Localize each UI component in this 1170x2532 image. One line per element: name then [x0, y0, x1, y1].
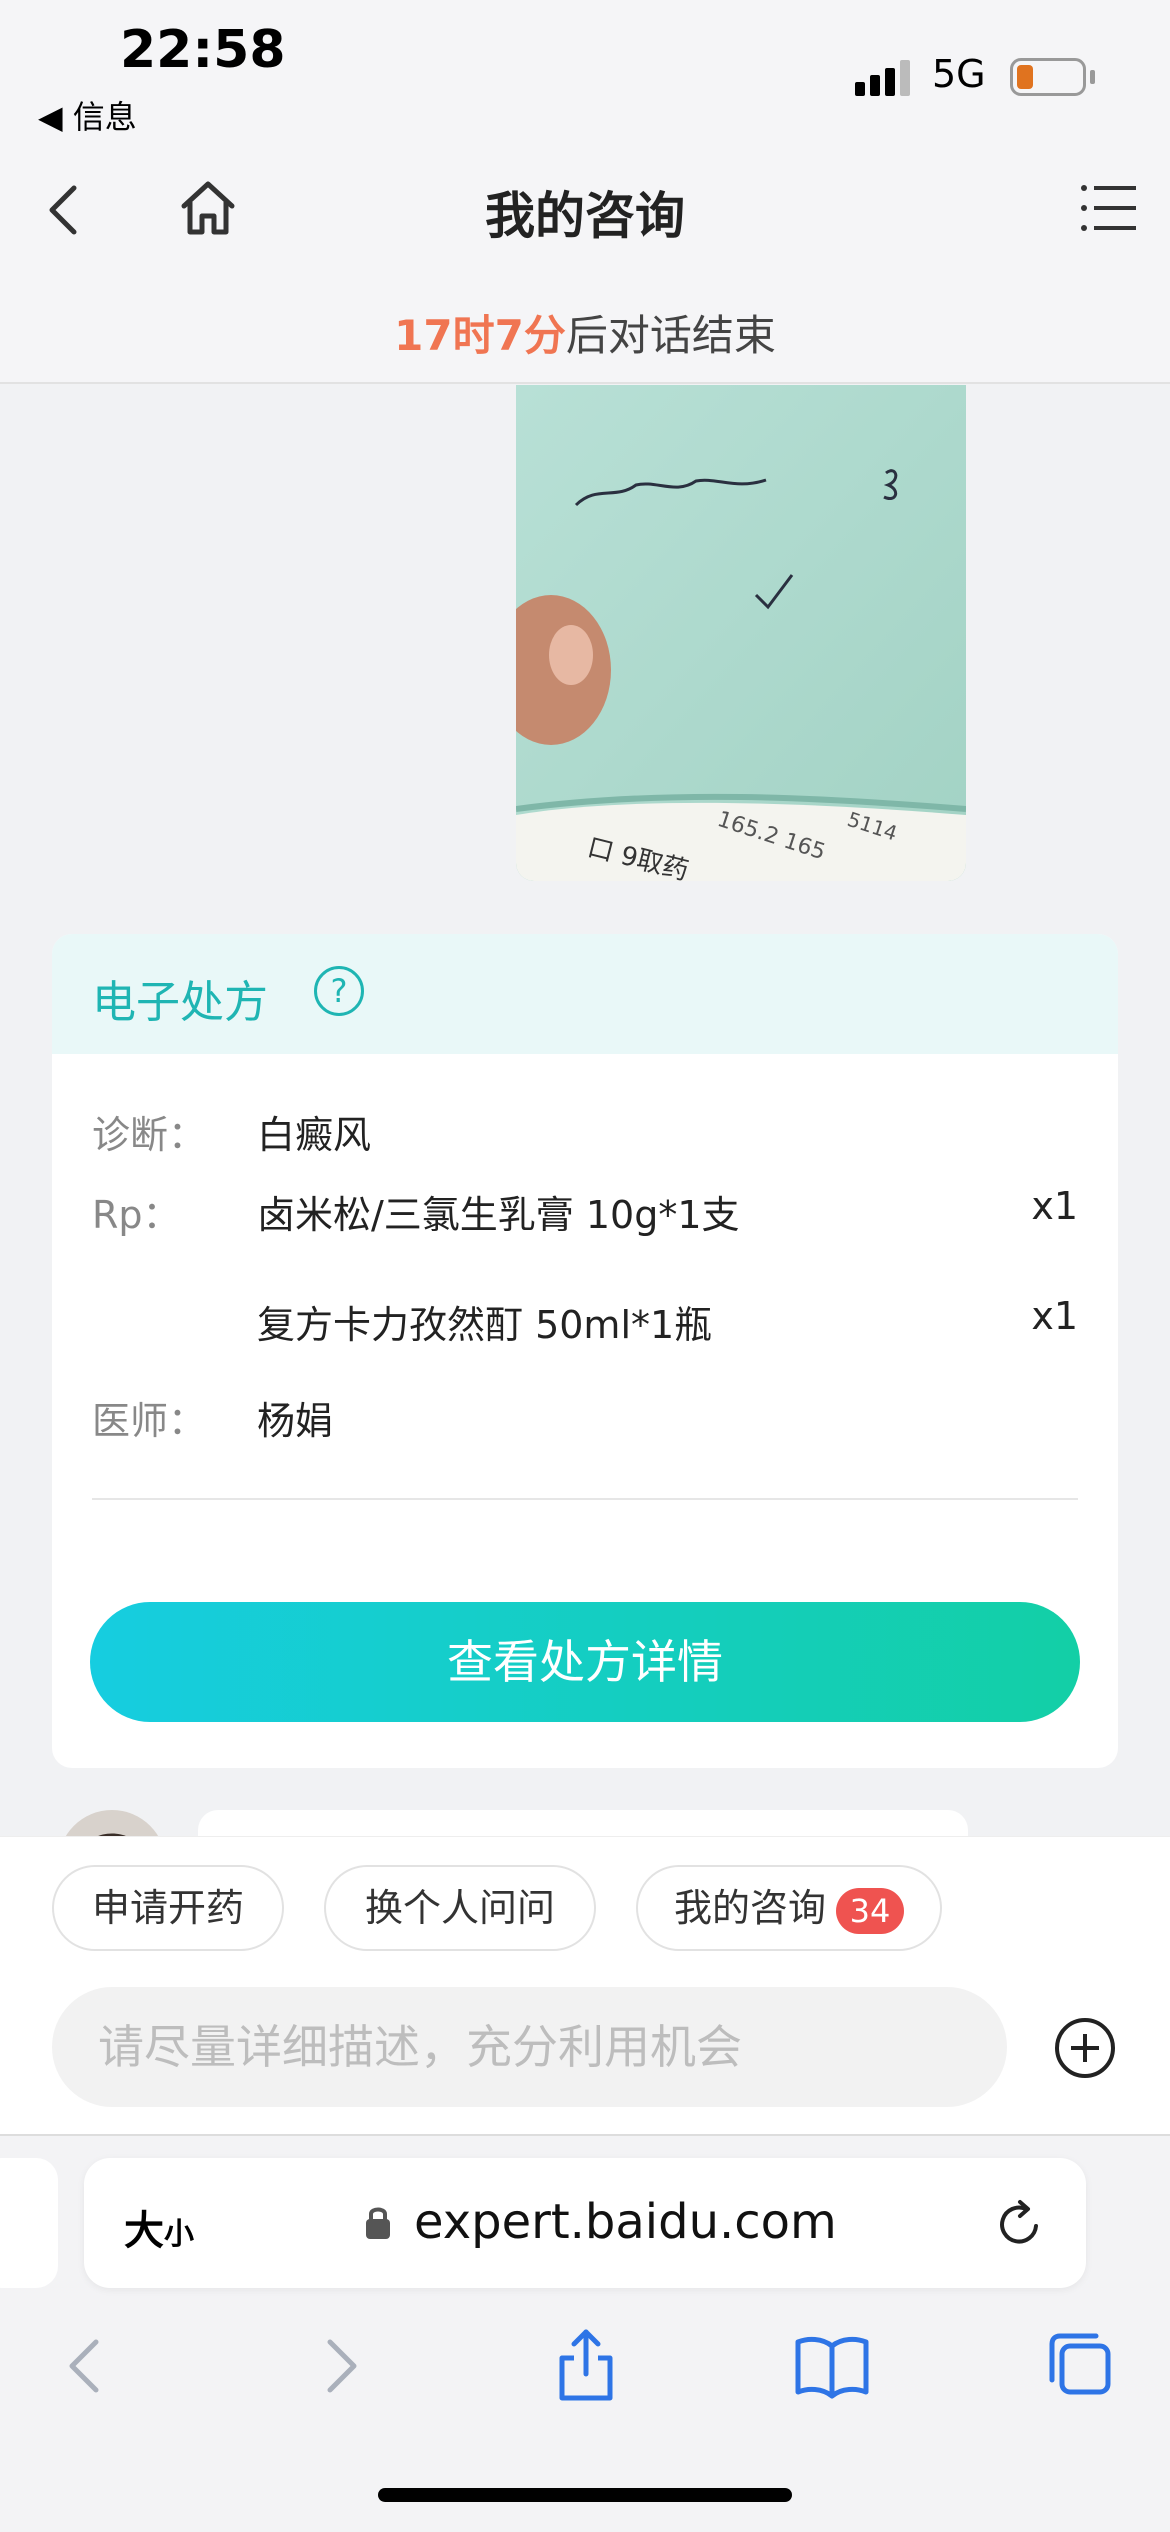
text-size-button[interactable]: 大小 [124, 2198, 194, 2256]
handwritten-note-photo: 口 9取药 165.2 165 5114 [516, 385, 966, 881]
diagnosis-label: 诊断： [92, 1113, 207, 1157]
bookmarks-icon[interactable] [792, 2326, 872, 2406]
nav-bar: 我的咨询 [0, 140, 1170, 280]
prescription-card: 电子处方 ? 诊断： 白癜风 Rp： 卤米松/三氯生乳膏 10g*1支 x1 复… [52, 934, 1118, 1768]
reload-icon[interactable] [992, 2196, 1048, 2252]
drug-item-2: 复方卡力孜然酊 50ml*1瓶 [257, 1303, 713, 1347]
page-title: 我的咨询 [485, 187, 685, 245]
apply-medicine-chip[interactable]: 申请开药 [52, 1865, 284, 1951]
countdown-time: 17时7分 [394, 311, 566, 360]
browser-chrome: 大小 expert.baidu.com [0, 2134, 1170, 2532]
drug-item-1: 卤米松/三氯生乳膏 10g*1支 [257, 1193, 740, 1237]
doctor-name: 杨娟 [257, 1399, 334, 1443]
help-icon[interactable]: ? [314, 966, 364, 1016]
cellular-signal-icon [855, 60, 910, 96]
countdown-suffix: 后对话结束 [565, 311, 776, 360]
prescription-title: 电子处方 [92, 977, 268, 1028]
status-time: 22:58 [120, 20, 286, 80]
chat-action-area: 申请开药 换个人问问 我的咨询 34 请尽量详细描述，充分利用机会 [0, 1836, 1170, 2134]
browser-back-icon[interactable] [48, 2326, 128, 2406]
url-text: expert.baidu.com [414, 2194, 837, 2250]
menu-icon[interactable] [1080, 180, 1138, 236]
my-consultations-chip[interactable]: 我的咨询 34 [636, 1865, 942, 1951]
browser-forward-icon[interactable] [300, 2326, 380, 2406]
view-prescription-button[interactable]: 查看处方详情 [90, 1602, 1080, 1722]
drug-qty-1: x1 [1031, 1184, 1078, 1228]
home-indicator[interactable] [378, 2488, 792, 2502]
conversation-countdown: 17时7分后对话结束 [0, 280, 1170, 384]
my-consultations-label: 我的咨询 [673, 1886, 826, 1930]
previous-tab-preview[interactable] [0, 2158, 58, 2288]
divider [92, 1498, 1078, 1500]
ask-another-doctor-chip[interactable]: 换个人问问 [324, 1865, 596, 1951]
rp-label: Rp： [92, 1193, 181, 1237]
message-input-placeholder: 请尽量详细描述，充分利用机会 [98, 2020, 742, 2074]
drug-qty-2: x1 [1031, 1294, 1078, 1338]
status-bar: 22:58 ◀ 信息 5G [0, 0, 1170, 140]
back-to-app-link[interactable]: ◀ 信息 [38, 92, 137, 138]
unread-count-badge: 34 [836, 1887, 904, 1934]
message-input[interactable]: 请尽量详细描述，充分利用机会 [52, 1987, 1007, 2107]
tabs-icon[interactable] [1040, 2326, 1120, 2406]
add-attachment-icon[interactable] [1054, 2017, 1116, 2079]
prescription-header: 电子处方 ? [52, 934, 1118, 1054]
address-bar[interactable]: 大小 expert.baidu.com [84, 2158, 1086, 2288]
battery-icon [1010, 58, 1086, 96]
doctor-label: 医师： [92, 1399, 207, 1443]
diagnosis-value: 白癜风 [257, 1113, 372, 1157]
share-icon[interactable] [546, 2326, 626, 2406]
lock-icon [366, 2207, 390, 2239]
chat-photo-message[interactable]: 口 9取药 165.2 165 5114 [516, 385, 966, 881]
network-type: 5G [932, 52, 986, 96]
